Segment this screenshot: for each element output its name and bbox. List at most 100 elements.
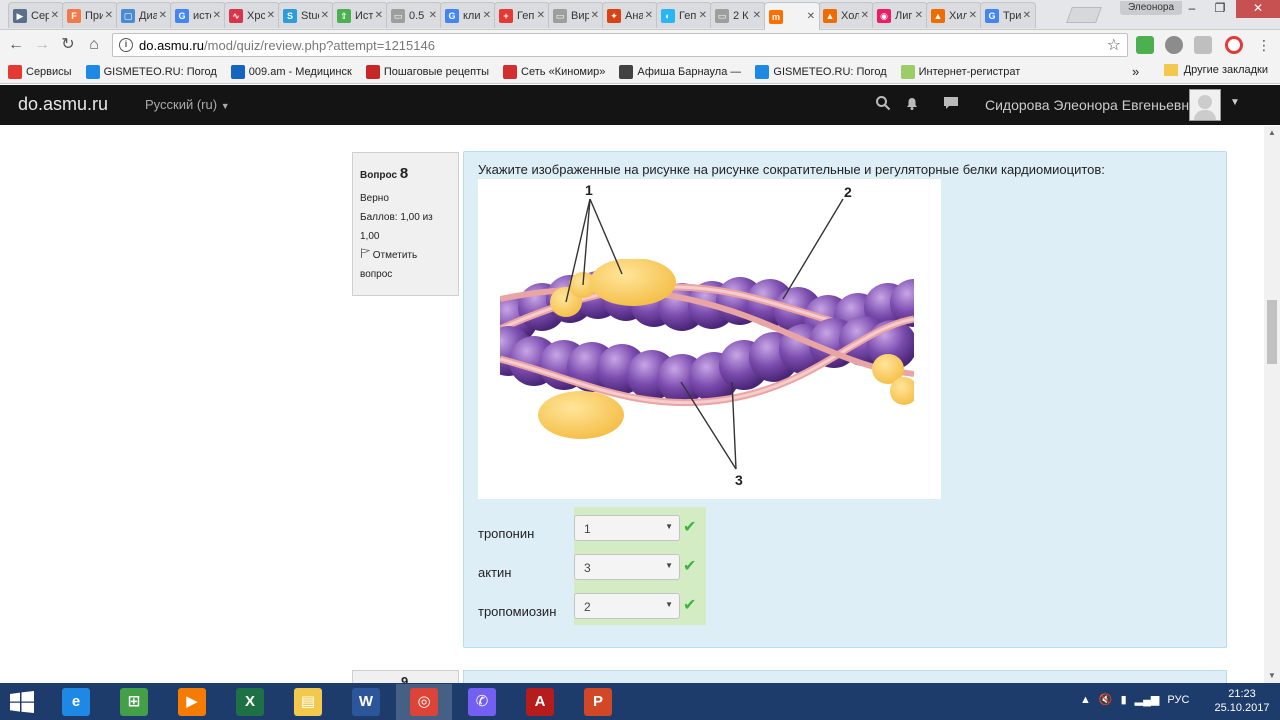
taskbar-app-viber[interactable]: ✆ [454, 684, 510, 720]
tab-close-icon[interactable]: ✕ [589, 10, 599, 21]
browser-tab[interactable]: ▲ Хол ✕ [818, 2, 874, 28]
user-name[interactable]: Сидорова Элеонора Евгеньевна [985, 97, 1197, 113]
extension-lock-icon[interactable] [1165, 36, 1183, 54]
tab-close-icon[interactable]: ✕ [535, 10, 545, 21]
scroll-down-icon[interactable]: ▼ [1268, 671, 1276, 680]
language-menu[interactable]: Русский (ru) ▼ [145, 97, 230, 112]
taskbar-app-explorer[interactable]: ▤ [280, 684, 336, 720]
address-bar[interactable]: i do.asmu.ru/mod/quiz/review.php?attempt… [112, 33, 1128, 57]
tab-close-icon[interactable]: ✕ [697, 10, 707, 21]
minimize-icon[interactable]: – [1178, 0, 1206, 18]
browser-tab[interactable]: ∿ Хрс ✕ [224, 2, 280, 28]
tab-close-icon[interactable]: ✕ [1021, 10, 1031, 21]
home-icon[interactable]: ⌂ [84, 35, 104, 55]
browser-tab[interactable]: ✦ Ана ✕ [602, 2, 658, 28]
tab-close-icon[interactable]: ✕ [805, 11, 815, 22]
bookmark-item[interactable]: Пошаговые рецепты [365, 64, 489, 79]
messages-icon[interactable] [942, 95, 960, 113]
browser-tab[interactable]: ▭ 0.5 ✕ [386, 2, 442, 28]
extension-green-icon[interactable] [1136, 36, 1154, 54]
scroll-up-icon[interactable]: ▲ [1268, 128, 1276, 137]
browser-tab[interactable]: ◉ Лиг ✕ [872, 2, 928, 28]
scroll-thumb[interactable] [1267, 300, 1277, 364]
bookmark-item[interactable]: GISMETEO.RU: Погод [755, 64, 887, 79]
tab-close-icon[interactable]: ✕ [643, 10, 653, 21]
network-icon[interactable]: ▂▄▆ [1135, 693, 1160, 706]
other-bookmarks[interactable]: Другие закладки [1163, 64, 1268, 76]
browser-tab[interactable]: ⇧ Ист ✕ [332, 2, 388, 28]
new-tab-button[interactable] [1066, 7, 1102, 23]
extension-pdf-icon[interactable] [1194, 36, 1212, 54]
site-info-icon[interactable]: i [119, 38, 133, 52]
answer-select[interactable]: 2 ▼ [574, 593, 680, 619]
browser-tab[interactable]: m ✕ [764, 2, 820, 30]
tab-close-icon[interactable]: ✕ [157, 10, 167, 21]
windows-start-icon[interactable] [10, 691, 34, 713]
browser-tab[interactable]: + Геп ✕ [494, 2, 550, 28]
tab-close-icon[interactable]: ✕ [49, 10, 59, 21]
tab-close-icon[interactable]: ✕ [913, 10, 923, 21]
browser-tab[interactable]: ▲ Хил✕ [926, 2, 982, 28]
taskbar-app-store[interactable]: ⊞ [106, 684, 162, 720]
flag-question[interactable]: Отметить вопрос [360, 246, 451, 284]
browser-tab[interactable]: ▶ Сер✕ [8, 2, 64, 28]
tab-close-icon[interactable]: ✕ [427, 10, 437, 21]
volume-muted-icon[interactable]: 🔇 [1099, 693, 1113, 706]
browser-tab[interactable]: ▭ Вир✕ [548, 2, 604, 28]
answer-select[interactable]: 1 ▼ [574, 515, 680, 541]
browser-tab[interactable]: ▢ Диа✕ [116, 2, 172, 28]
back-icon[interactable]: ← [6, 35, 26, 55]
user-menu-caret-icon[interactable]: ▼ [1230, 97, 1240, 108]
tab-close-icon[interactable]: ✕ [265, 10, 275, 21]
taskbar-app-excel[interactable]: X [222, 684, 278, 720]
bookmark-item[interactable]: Сервисы [8, 64, 72, 79]
browser-tab[interactable]: S Stud✕ [278, 2, 334, 28]
avatar[interactable] [1189, 89, 1221, 121]
tab-close-icon[interactable]: ✕ [859, 10, 869, 21]
reload-icon[interactable]: ↻ [58, 35, 78, 55]
maximize-icon[interactable]: ❐ [1206, 0, 1234, 18]
browser-tab[interactable]: ◐ Геп ✕ [656, 2, 712, 28]
taskbar-app-acrobat[interactable]: A [512, 684, 568, 720]
bookmark-item[interactable]: Интернет-регистрат [900, 64, 1020, 79]
bookmark-item[interactable]: GISMETEO.RU: Погод [85, 64, 217, 79]
browser-tab[interactable]: Gисто✕ [170, 2, 226, 28]
taskbar-app-word[interactable]: W [338, 684, 394, 720]
bookmark-item[interactable]: Сеть «Киномир» [503, 64, 605, 79]
chrome-icon: ◎ [410, 688, 438, 716]
window-user-badge[interactable]: Элеонора [1120, 1, 1183, 15]
tab-label: Ист [355, 9, 373, 22]
tab-close-icon[interactable]: ✕ [967, 10, 977, 21]
system-clock[interactable]: 21:23 25.10.2017 [1212, 687, 1272, 715]
browser-tab[interactable]: F При✕ [62, 2, 118, 28]
page-scrollbar[interactable]: ▲ ▼ [1264, 126, 1280, 683]
bookmark-item[interactable]: 009.am - Медицинск [230, 64, 352, 79]
tab-close-icon[interactable]: ✕ [481, 10, 491, 21]
opera-icon[interactable] [1225, 36, 1243, 54]
tab-close-icon[interactable]: ✕ [103, 10, 113, 21]
forward-icon[interactable]: → [32, 35, 52, 55]
tray-expand-icon[interactable]: ▲ [1080, 694, 1091, 706]
battery-icon[interactable]: ▮ [1121, 693, 1127, 706]
notifications-icon[interactable] [903, 95, 921, 113]
input-language[interactable]: РУС [1167, 694, 1189, 706]
tab-close-icon[interactable]: ✕ [751, 10, 761, 21]
site-brand[interactable]: do.asmu.ru [18, 94, 108, 115]
bookmarks-overflow-icon[interactable]: » [1132, 64, 1139, 79]
bookmark-item[interactable]: Афиша Барнаула — [619, 64, 741, 79]
browser-tab[interactable]: G Три ✕ [980, 2, 1036, 28]
browser-tab[interactable]: Gкли ✕ [440, 2, 496, 28]
tab-close-icon[interactable]: ✕ [373, 10, 383, 21]
close-window-icon[interactable]: ✕ [1236, 0, 1280, 18]
taskbar-app-media-player[interactable]: ▶ [164, 684, 220, 720]
menu-icon[interactable]: ⋮ [1254, 35, 1274, 55]
answer-select[interactable]: 3 ▼ [574, 554, 680, 580]
tab-close-icon[interactable]: ✕ [319, 10, 329, 21]
taskbar-app-chrome[interactable]: ◎ [396, 684, 452, 720]
taskbar-app-ie[interactable]: e [48, 684, 104, 720]
browser-tab[interactable]: ▭ 2 К ✕ [710, 2, 766, 28]
taskbar-app-powerpoint[interactable]: P [570, 684, 626, 720]
bookmark-star-icon[interactable]: ☆ [1107, 35, 1121, 55]
tab-close-icon[interactable]: ✕ [211, 10, 221, 21]
search-icon[interactable] [874, 95, 892, 113]
